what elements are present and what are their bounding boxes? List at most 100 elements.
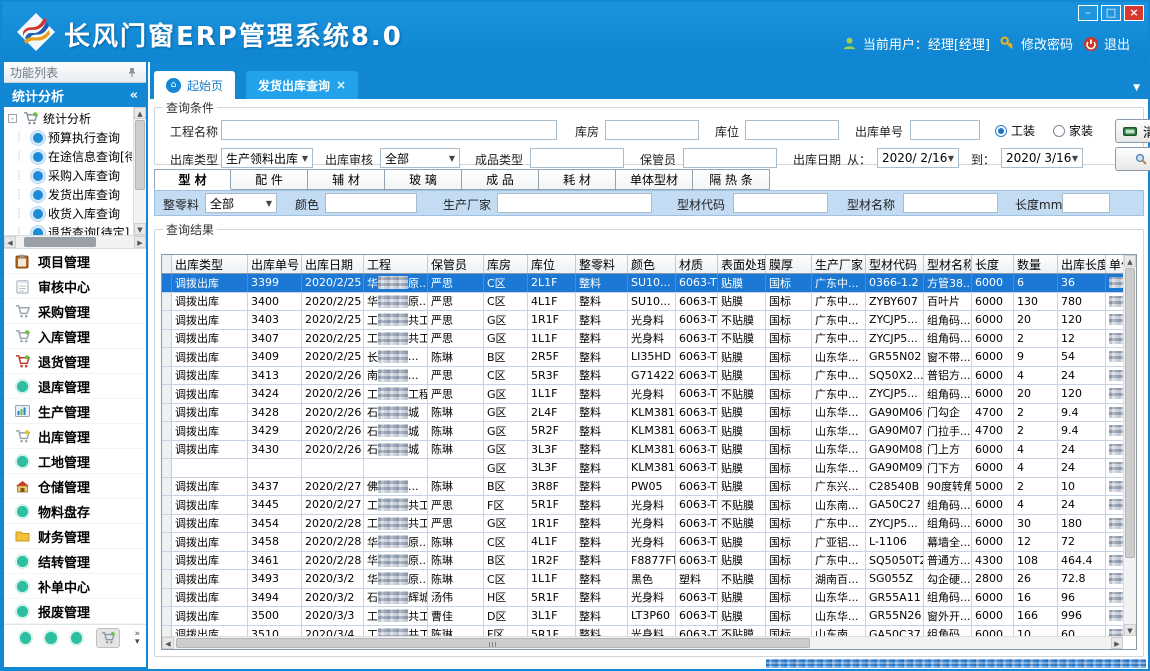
column-header-2[interactable]: 出库日期 xyxy=(302,255,364,273)
footer-dot-icon[interactable] xyxy=(71,632,82,644)
tab-close-icon[interactable]: × xyxy=(336,78,346,92)
column-header-6[interactable]: 库位 xyxy=(528,255,576,273)
table-row[interactable]: 调拨出库34092020/2/25长...陈琳B区2R5F整料LI35HD606… xyxy=(162,348,1136,367)
tree-item-3[interactable]: ┊发货出库查询 xyxy=(6,185,132,204)
tab-list-dropdown-icon[interactable]: ▼ xyxy=(1133,83,1140,93)
sidebar-module-12[interactable]: 结转管理 xyxy=(4,549,146,574)
table-row[interactable]: 调拨出库34282020/2/26石城陈琳G区2L4F整料KLM38176063… xyxy=(162,404,1136,423)
sidebar-module-8[interactable]: 工地管理 xyxy=(4,449,146,474)
tree-vertical-scrollbar[interactable]: ▲ ▼ xyxy=(133,107,146,235)
tree-horizontal-scrollbar[interactable]: ◀ ▶ xyxy=(4,235,146,248)
tree-item-2[interactable]: ┊采购入库查询 xyxy=(6,166,132,185)
sidebar-module-3[interactable]: 入库管理 xyxy=(4,324,146,349)
table-row[interactable]: 调拨出库34132020/2/26南...严思C区5R3F整料G71422606… xyxy=(162,367,1136,386)
pin-icon[interactable] xyxy=(124,64,140,80)
tree-expander-icon[interactable]: - xyxy=(8,114,17,123)
tree-root-item[interactable]: -统计分析 xyxy=(6,109,132,128)
footer-cart-button[interactable] xyxy=(96,628,121,648)
scroll-right-icon[interactable]: ▶ xyxy=(1111,637,1123,649)
table-row[interactable]: 调拨出库34372020/2/27佛...陈琳B区3R8F整料PW056063-… xyxy=(162,478,1136,497)
material-tab-1[interactable]: 配 件 xyxy=(231,169,308,190)
column-header-9[interactable]: 材质 xyxy=(676,255,718,273)
maximize-button[interactable]: □ xyxy=(1101,5,1121,21)
sidebar-module-4[interactable]: 退货管理 xyxy=(4,349,146,374)
audit-select[interactable]: 全部▼ xyxy=(380,148,460,168)
sidebar-module-6[interactable]: 生产管理 xyxy=(4,399,146,424)
column-header-16[interactable]: 数量 xyxy=(1014,255,1058,273)
material-tab-2[interactable]: 辅 材 xyxy=(308,169,385,190)
column-header-15[interactable]: 长度 xyxy=(972,255,1014,273)
sidebar-module-7[interactable]: 出库管理 xyxy=(4,424,146,449)
table-row[interactable]: 调拨出库34292020/2/26石城陈琳G区5R2F整料KLM38176063… xyxy=(162,422,1136,441)
material-tab-7[interactable]: 隔 热 条 xyxy=(693,169,770,190)
table-row[interactable]: 调拨出库34032020/2/25工共工程严思G区1R1F整料光身料6063-T… xyxy=(162,311,1136,330)
table-row[interactable]: 调拨出库34002020/2/25华原..严思C区4L1F整料SU10...60… xyxy=(162,293,1136,312)
footer-dot-icon[interactable] xyxy=(45,632,56,644)
table-row[interactable]: 调拨出库34612020/2/28华原..陈琳B区1R2F整料F8877FT60… xyxy=(162,552,1136,571)
table-row[interactable]: 调拨出库33992020/2/25华原..严思C区2L1F整料SU10...60… xyxy=(162,274,1136,293)
column-header-10[interactable]: 表面处理 xyxy=(718,255,766,273)
grid-vertical-scrollbar[interactable]: ▲ ▼ xyxy=(1123,255,1136,636)
sidebar-module-10[interactable]: 物料盘存 xyxy=(4,499,146,524)
scroll-up-icon[interactable]: ▲ xyxy=(134,107,146,119)
color-input[interactable] xyxy=(325,193,417,213)
date-from-picker[interactable]: 2020/ 2/16▼ xyxy=(877,148,959,168)
column-header-14[interactable]: 型材名称 xyxy=(924,255,972,273)
material-tab-4[interactable]: 成 品 xyxy=(462,169,539,190)
search-button[interactable]: 查 询 xyxy=(1115,147,1150,171)
tab-shipment-outbound-query[interactable]: 发货出库查询 × xyxy=(246,71,358,99)
table-row[interactable]: 调拨出库35002020/3/3工共工程曹佳D区3L1F整料LT3P606063… xyxy=(162,607,1136,626)
sidebar-section-statistics[interactable]: 统计分析 « xyxy=(4,83,146,107)
scroll-down-icon[interactable]: ▼ xyxy=(134,223,146,235)
collapse-icon[interactable]: « xyxy=(130,88,138,103)
table-row[interactable]: 调拨出库34072020/2/25工共工程严思G区1L1F整料光身料6063-T… xyxy=(162,330,1136,349)
grid-horizontal-scrollbar[interactable]: ◀ III ▶ xyxy=(162,636,1123,649)
material-tab-3[interactable]: 玻 璃 xyxy=(385,169,462,190)
column-header-4[interactable]: 保管员 xyxy=(428,255,484,273)
profile-code-input[interactable] xyxy=(733,193,828,213)
table-row[interactable]: 调拨出库34242020/2/26工工程严思G区1L1F整料光身料6063-T5… xyxy=(162,385,1136,404)
table-row[interactable]: 调拨出库34542020/2/28工共工程严思G区1R1F整料光身料6063-T… xyxy=(162,515,1136,534)
factory-input[interactable] xyxy=(497,193,652,213)
date-to-picker[interactable]: 2020/ 3/16▼ xyxy=(1001,148,1083,168)
material-tab-6[interactable]: 单体型材 xyxy=(616,169,693,190)
table-row[interactable]: G区3L3F整料KLM38176063-T5贴膜国标山东华...GA90M09.… xyxy=(162,459,1136,478)
order-no-input[interactable] xyxy=(910,120,980,140)
location-input[interactable] xyxy=(745,120,839,140)
sidebar-module-11[interactable]: 财务管理 xyxy=(4,524,146,549)
table-row[interactable]: 调拨出库34942020/3/2石辉城汤伟H区5R1F整料光身料6063-T5贴… xyxy=(162,589,1136,608)
sidebar-module-2[interactable]: 采购管理 xyxy=(4,299,146,324)
sidebar-module-13[interactable]: 补单中心 xyxy=(4,574,146,599)
tree-item-4[interactable]: ┊收货入库查询 xyxy=(6,204,132,223)
column-header-12[interactable]: 生产厂家 xyxy=(812,255,866,273)
sidebar-module-1[interactable]: 审核中心 xyxy=(4,274,146,299)
table-row[interactable]: 调拨出库34452020/2/27工共工程严思F区5R1F整料光身料6063-T… xyxy=(162,496,1136,515)
scroll-left-icon[interactable]: ◀ xyxy=(4,236,16,248)
table-row[interactable]: 调拨出库35102020/3/4工共工程陈琳F区5R1F整料光身料6063-T5… xyxy=(162,626,1136,637)
column-header-11[interactable]: 膜厚 xyxy=(766,255,812,273)
material-tab-0[interactable]: 型 材 xyxy=(154,169,231,190)
warehouse-input[interactable] xyxy=(605,120,699,140)
tree-item-0[interactable]: ┊预算执行查询 xyxy=(6,128,132,147)
minimize-button[interactable]: – xyxy=(1078,5,1098,21)
close-button[interactable]: × xyxy=(1124,5,1144,21)
sidebar-module-0[interactable]: 项目管理 xyxy=(4,249,146,274)
sidebar-module-14[interactable]: 报废管理 xyxy=(4,599,146,624)
scroll-up-icon[interactable]: ▲ xyxy=(1124,255,1136,267)
scroll-right-icon[interactable]: ▶ xyxy=(134,236,146,248)
scroll-down-icon[interactable]: ▼ xyxy=(1124,624,1136,636)
whole-part-select[interactable]: 全部▼ xyxy=(205,193,277,213)
change-password-link[interactable]: 修改密码 xyxy=(1000,34,1073,53)
column-header-5[interactable]: 库房 xyxy=(484,255,528,273)
tree-item-1[interactable]: ┊在途信息查询[待 xyxy=(6,147,132,166)
outbound-type-select[interactable]: 生产领料出库▼ xyxy=(221,148,313,168)
footer-more-button[interactable]: »▾ xyxy=(134,630,140,646)
column-header-1[interactable]: 出库单号 xyxy=(248,255,302,273)
column-header-3[interactable]: 工程 xyxy=(364,255,428,273)
footer-dot-icon[interactable] xyxy=(20,632,31,644)
clear-conditions-button[interactable]: 清空条件 xyxy=(1115,119,1150,143)
column-header-13[interactable]: 型材代码 xyxy=(866,255,924,273)
table-row[interactable]: 调拨出库34582020/2/28华原..陈琳C区4L1F整料光身料6063-T… xyxy=(162,533,1136,552)
table-row[interactable]: 调拨出库34932020/3/2华原..陈琳C区1L1F整料黑色塑料不贴膜国标湖… xyxy=(162,570,1136,589)
material-tab-5[interactable]: 耗 材 xyxy=(539,169,616,190)
